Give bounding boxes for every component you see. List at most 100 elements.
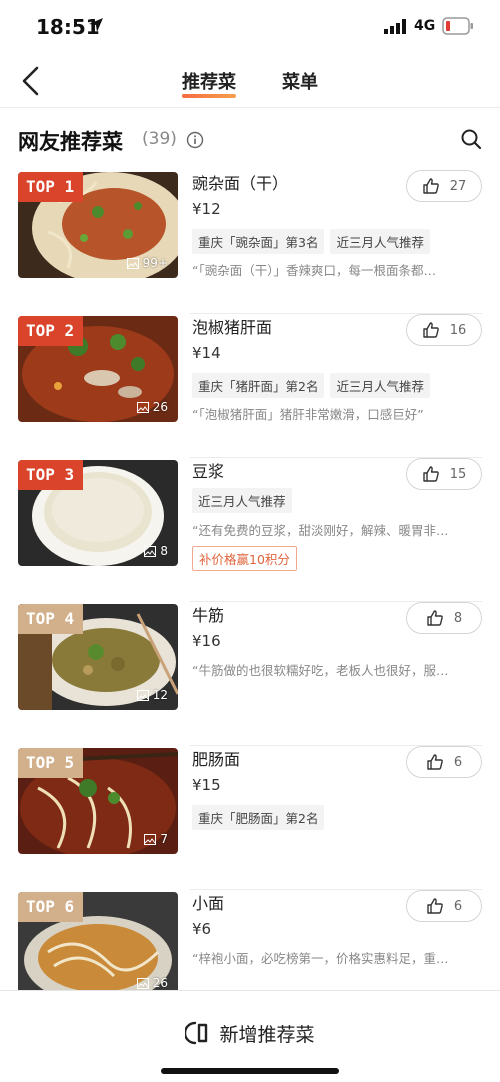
dish-photo[interactable]: TOP 3 8 [18,460,178,566]
dish-item[interactable]: TOP 2 26 泡椒猪肝面 ¥14 重庆「猪肝面」第2名 近三月人气推荐 “「… [0,314,500,458]
rank-tag: 重庆「豌杂面」第3名 [192,229,325,254]
image-icon [136,977,149,989]
like-button[interactable]: 6 [406,890,482,922]
photo-count-value: 12 [152,688,168,702]
photo-count: 8 [144,544,168,558]
photo-count-value: 99+ [142,256,168,270]
thumbs-up-icon [423,466,439,482]
image-icon [144,545,157,557]
dish-name[interactable]: 小面 [192,890,224,914]
like-count: 6 [453,898,463,914]
dish-name[interactable]: 泡椒猪肝面 [192,314,272,338]
rank-badge: TOP 2 [18,316,84,346]
back-icon[interactable] [16,64,46,98]
rank-badge: TOP 5 [18,748,84,778]
dish-review-quote: “还有免费的豆浆，甜淡刚好，解辣、暖胃非… [192,523,449,538]
popular-tag: 近三月人气推荐 [330,229,430,254]
dish-price: ¥6 [192,920,212,938]
like-button[interactable]: 15 [406,458,482,490]
photo-count-value: 7 [160,832,168,846]
section-title: 网友推荐菜 [18,130,123,154]
dish-photo[interactable]: TOP 1 99+ [18,172,178,278]
dish-name[interactable]: 豆浆 [192,458,224,482]
dish-photo[interactable]: TOP 5 7 [18,748,178,854]
dish-price: ¥14 [192,344,221,362]
add-dish-icon [185,1021,208,1045]
rank-badge: TOP 6 [18,892,84,922]
dish-list: TOP 1 99+ 豌杂面（干） ¥12 重庆「豌杂面」第3名 近三月人气推荐 … [0,170,500,1034]
like-count: 6 [453,754,463,770]
photo-count-value: 26 [152,976,168,990]
like-button[interactable]: 6 [406,746,482,778]
like-button[interactable]: 8 [406,602,482,634]
search-icon[interactable] [460,128,482,150]
dish-item[interactable]: TOP 5 7 肥肠面 ¥15 重庆「肥肠面」第2名 6 [0,746,500,890]
section-header: 网友推荐菜 (39) [18,122,484,162]
rank-badge: TOP 4 [18,604,84,634]
thumbs-up-icon [427,610,443,626]
image-icon [136,689,149,701]
nav-bar: 推荐菜 菜单 [0,54,500,108]
location-arrow-icon [89,18,103,32]
dish-name[interactable]: 肥肠面 [192,746,240,770]
add-recommendation-button[interactable]: 新增推荐菜 [0,1013,500,1053]
photo-count: 26 [136,976,168,990]
dish-review-quote: “「豌杂面（干）」香辣爽口，每一根面条都… [192,263,436,278]
section-count: (39) [142,129,177,149]
popular-tag: 近三月人气推荐 [192,488,292,513]
home-indicator[interactable] [161,1068,339,1074]
network-type: 4G [414,18,436,34]
like-count: 15 [449,466,467,482]
price-promo-tag[interactable]: 补价格赢10积分 [192,546,297,571]
dish-item[interactable]: TOP 4 12 牛筋 ¥16 “牛筋做的也很软糯好吃，老板人也很好，服… 8 [0,602,500,746]
image-icon [126,257,139,269]
dish-review-quote: “梓袍小面，必吃榜第一，价格实惠料足，重… [192,951,449,966]
dish-photo[interactable]: TOP 2 26 [18,316,178,422]
popular-tag: 近三月人气推荐 [330,373,430,398]
image-icon [136,401,149,413]
photo-count: 12 [136,688,168,702]
dish-photo[interactable]: TOP 6 26 [18,892,178,998]
dish-tags: 重庆「肥肠面」第2名 [192,805,325,830]
status-bar: 18:51 4G [0,0,500,54]
photo-count-value: 26 [152,400,168,414]
dish-tags: 重庆「猪肝面」第2名 近三月人气推荐 [192,373,430,398]
like-button[interactable]: 27 [406,170,482,202]
like-count: 8 [453,610,463,626]
dish-photo[interactable]: TOP 4 12 [18,604,178,710]
dish-price: ¥15 [192,776,221,794]
dish-item[interactable]: TOP 3 8 豆浆 近三月人气推荐 “还有免费的豆浆，甜淡刚好，解辣、暖胃非…… [0,458,500,602]
tab-recommended[interactable]: 推荐菜 [182,68,236,98]
tab-menu[interactable]: 菜单 [282,68,318,94]
signal-icon [384,19,406,34]
dish-review-quote: “「泡椒猪肝面」猪肝非常嫩滑，口感巨好” [192,407,424,422]
dish-review-quote: “牛筋做的也很软糯好吃，老板人也很好，服… [192,663,449,678]
add-recommendation-label: 新增推荐菜 [219,1023,315,1046]
battery-icon [442,17,473,35]
like-count: 27 [449,178,467,194]
photo-count: 26 [136,400,168,414]
dish-price: ¥12 [192,200,221,218]
rank-badge: TOP 3 [18,460,84,490]
like-count: 16 [449,322,467,338]
photo-count: 7 [144,832,168,846]
photo-count: 99+ [126,256,168,270]
dish-name[interactable]: 豌杂面（干） [192,170,288,194]
like-button[interactable]: 16 [406,314,482,346]
dish-price: ¥16 [192,632,221,650]
thumbs-up-icon [427,898,443,914]
dish-name[interactable]: 牛筋 [192,602,224,626]
thumbs-up-icon [423,322,439,338]
dish-tags: 近三月人气推荐 [192,488,292,513]
thumbs-up-icon [427,754,443,770]
photo-count-value: 8 [160,544,168,558]
dish-tags: 重庆「豌杂面」第3名 近三月人气推荐 [192,229,430,254]
info-icon[interactable] [186,131,204,149]
thumbs-up-icon [423,178,439,194]
rank-tag: 重庆「猪肝面」第2名 [192,373,325,398]
dish-item[interactable]: TOP 1 99+ 豌杂面（干） ¥12 重庆「豌杂面」第3名 近三月人气推荐 … [0,170,500,314]
rank-tag: 重庆「肥肠面」第2名 [192,805,325,830]
image-icon [144,833,157,845]
bottom-bar: 新增推荐菜 [0,990,500,1082]
rank-badge: TOP 1 [18,172,84,202]
